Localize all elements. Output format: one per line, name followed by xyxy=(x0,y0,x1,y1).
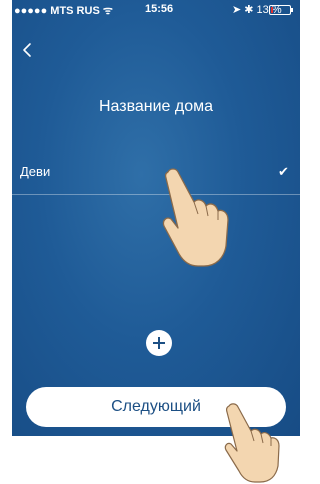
battery-level xyxy=(271,7,273,13)
carrier-signal: ●●●●● MTS RUS ᯤ xyxy=(14,5,113,17)
status-bar: ●●●●● MTS RUS ᯤ 15:56 ➤ ✱ 13 % xyxy=(12,0,300,20)
status-time: 15:56 xyxy=(145,3,174,15)
home-list-item[interactable]: Деви ✔ xyxy=(12,154,300,195)
page-title: Название дома xyxy=(98,98,214,115)
next-button[interactable]: Следующий xyxy=(26,387,286,427)
checkmark-icon: ✔ xyxy=(278,164,289,179)
plus-icon xyxy=(153,337,165,349)
add-home-button[interactable] xyxy=(146,330,172,356)
chevron-left-icon xyxy=(23,43,31,57)
home-name: Деви xyxy=(20,164,51,179)
battery-tip xyxy=(291,8,293,12)
back-button[interactable] xyxy=(16,38,40,62)
battery-icon xyxy=(269,5,291,15)
app-screen: ●●●●● MTS RUS ᯤ 15:56 ➤ ✱ 13 % Название … xyxy=(12,0,300,436)
